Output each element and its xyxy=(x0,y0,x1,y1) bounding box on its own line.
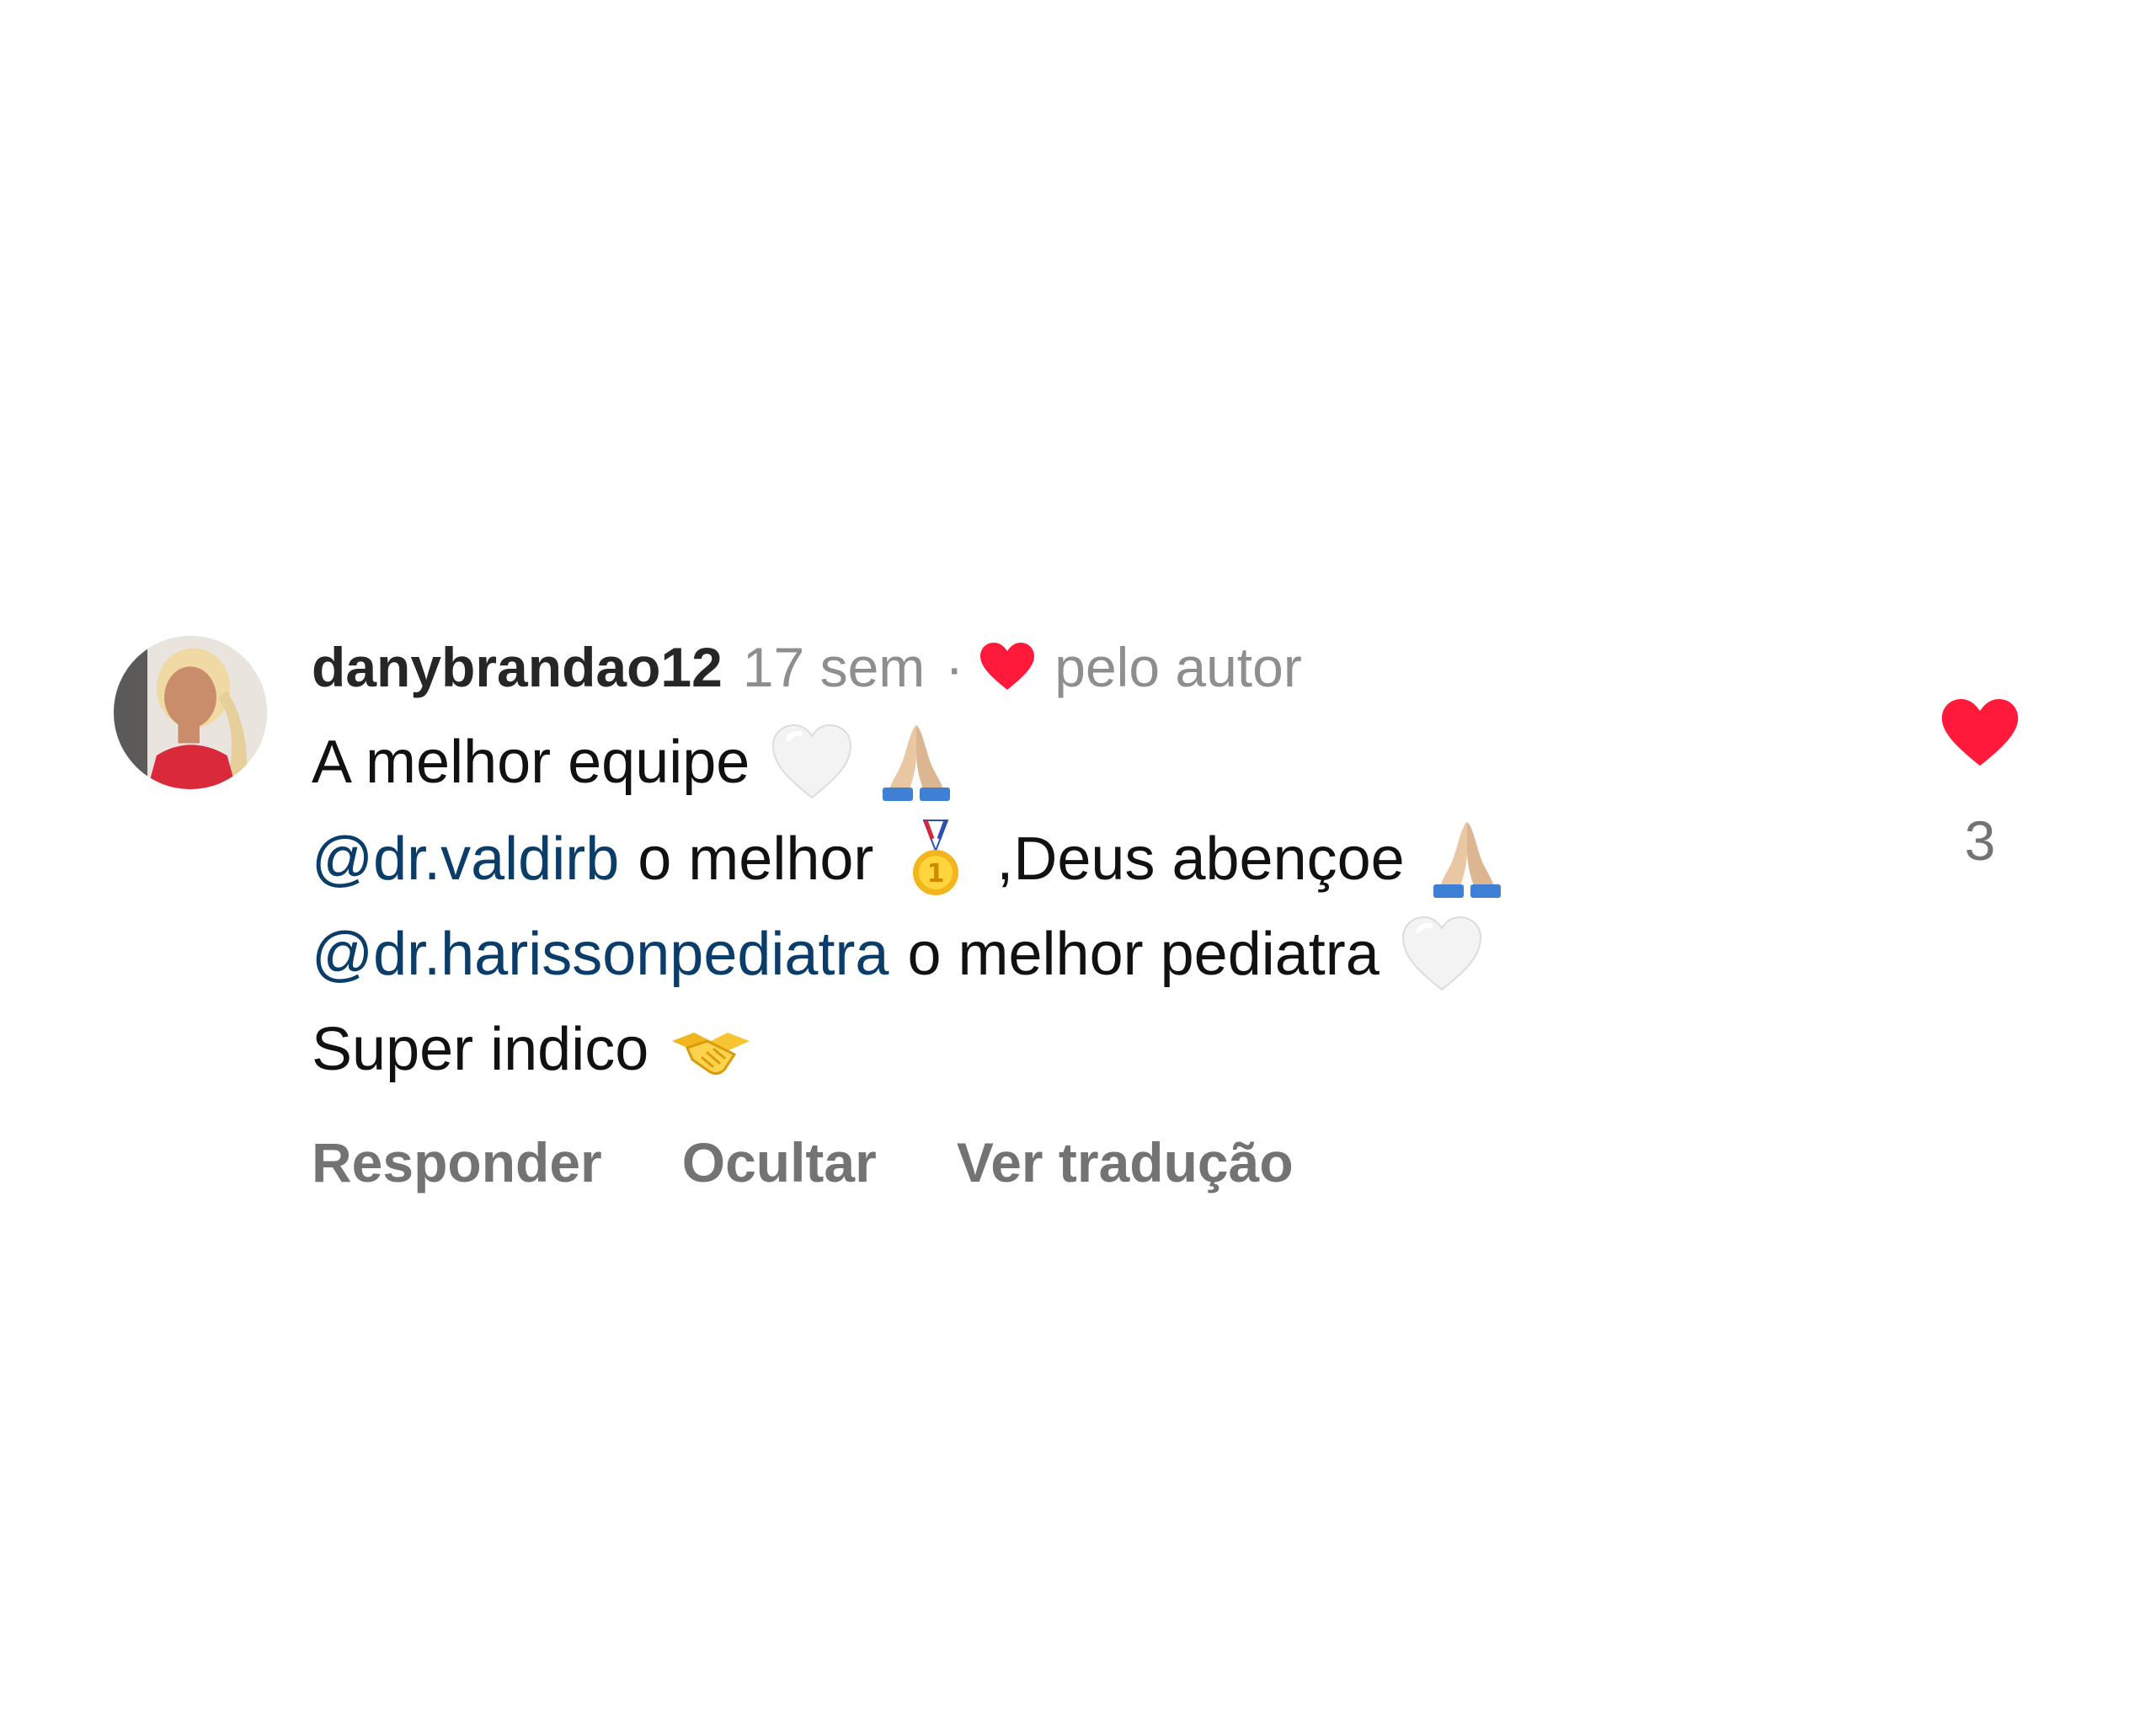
praying-hands-icon xyxy=(1425,817,1509,901)
comment-actions: Responder Ocultar Ver tradução xyxy=(312,1129,1294,1196)
comment-text: A melhor equipe xyxy=(312,729,750,796)
liked-by-author-label: pelo autor xyxy=(1054,636,1302,698)
avatar[interactable] xyxy=(114,636,267,789)
comment-line-3: @dr.harissonpediatra o melhor pediatra xyxy=(312,912,1484,996)
comment-text: o melhor xyxy=(638,825,874,893)
avatar-image xyxy=(114,636,267,789)
comment-line-4: Super indico xyxy=(312,1007,753,1092)
handshake-icon xyxy=(669,1007,753,1092)
mention-link[interactable]: @dr.valdirb xyxy=(312,825,619,894)
comment-text: Super indico xyxy=(312,1016,649,1083)
comment-text: ,Deus abençoe xyxy=(996,825,1405,893)
comment-line-2: @dr.valdirb o melhor 1 ,Deus abençoe xyxy=(312,817,1509,901)
mention-link[interactable]: @dr.harissonpediatra xyxy=(312,920,889,989)
comment-text: o melhor pediatra xyxy=(907,921,1380,988)
comment-line-1: A melhor equipe xyxy=(312,720,958,804)
comment-item: danybrandao12 17 sem · pelo autor A melh… xyxy=(0,0,2156,1714)
see-translation-button[interactable]: Ver tradução xyxy=(957,1130,1294,1194)
like-count[interactable]: 3 xyxy=(1937,809,2023,873)
like-heart-icon[interactable] xyxy=(1941,699,2019,768)
username[interactable]: danybrandao12 xyxy=(312,635,723,699)
comment-header: danybrandao12 17 sem · pelo autor xyxy=(312,633,1302,701)
white-heart-icon xyxy=(1400,912,1484,996)
svg-text:1: 1 xyxy=(927,859,945,889)
praying-hands-icon xyxy=(874,720,958,804)
first-place-medal-icon: 1 xyxy=(894,817,978,901)
white-heart-icon xyxy=(770,720,854,804)
liked-by-author-heart-icon xyxy=(980,643,1035,691)
reply-button[interactable]: Responder xyxy=(312,1130,602,1194)
timestamp: 17 sem xyxy=(742,636,926,698)
separator: · xyxy=(945,636,964,698)
hide-button[interactable]: Ocultar xyxy=(682,1130,877,1194)
